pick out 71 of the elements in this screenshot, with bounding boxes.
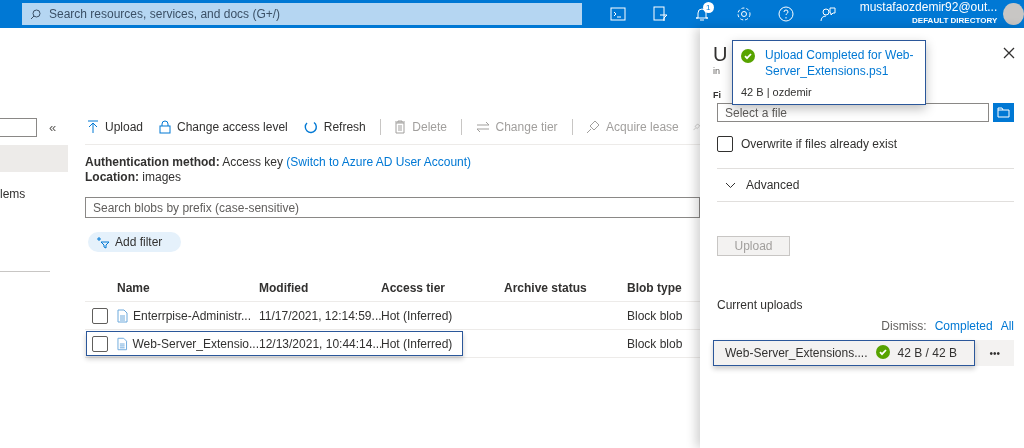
browse-button[interactable] — [993, 103, 1014, 122]
collapse-button[interactable]: « — [49, 119, 57, 135]
more-button[interactable]: ••• — [983, 346, 1006, 360]
check-icon — [875, 344, 890, 359]
dismiss-link[interactable]: All — [1000, 319, 1014, 333]
panel-subtitle: in — [713, 66, 720, 76]
user-name[interactable]: mustafaozdemir92@out... — [859, 1, 998, 14]
file-icon — [117, 336, 128, 351]
upload-icon — [87, 119, 99, 134]
refresh-icon — [303, 119, 318, 134]
table-cell-text: Block blob — [627, 336, 684, 351]
success-icon — [741, 49, 755, 63]
toast-detail: 42 B | ozdemir — [741, 85, 813, 98]
row-checkbox[interactable] — [92, 307, 108, 324]
close-icon[interactable] — [1002, 46, 1016, 60]
blob-search-field[interactable]: Search blobs by prefix (case-sensitive) — [85, 197, 700, 218]
field-label: Fi — [713, 90, 721, 100]
toast-title[interactable]: Upload Completed for Web-Server_Extensions.ps1 — [765, 47, 917, 80]
folder-icon — [997, 107, 1010, 118]
dismiss-link[interactable]: Completed — [934, 319, 993, 333]
chevron-icon — [725, 181, 736, 189]
row-checkbox[interactable] — [92, 335, 108, 352]
section-heading: Current uploads — [717, 298, 804, 312]
column-header[interactable]: Name — [117, 280, 259, 295]
help-icon[interactable] — [777, 6, 794, 22]
search-placeholder: Search resources, services, and docs (G+/) — [49, 7, 281, 21]
search-field[interactable]: Search resources, services, and docs (G+/) — [22, 3, 582, 25]
lock-icon — [159, 119, 172, 134]
switch-account-link[interactable]: (Switch to Azure AD User Account) — [286, 155, 472, 169]
overwrite-checkbox[interactable] — [717, 136, 733, 152]
upload-progress: 42 B / 42 B — [897, 346, 957, 360]
table-cell[interactable]: Web-Server_Extensio... — [117, 336, 259, 351]
avatar[interactable] — [1003, 3, 1024, 25]
add-filter-button[interactable]: Add filter — [88, 232, 181, 252]
directory-name: DEFAULT DIRECTORY — [912, 15, 998, 27]
auth-method-text: Authentication method: Access key — [85, 155, 284, 169]
link-icon — [586, 119, 601, 134]
upload-item[interactable]: Web-Server_Extensions.... 42 B / 42 B ••• — [713, 340, 1014, 366]
column-header[interactable]: Archive status — [504, 280, 627, 295]
table-cell-text: Hot (Inferred) — [381, 336, 454, 351]
advanced-toggle[interactable]: Advanced — [717, 168, 1014, 202]
terminal-icon[interactable] — [609, 7, 626, 21]
directory-filter-icon[interactable] — [651, 6, 668, 22]
upload-name: Web-Server_Extensions.... — [725, 346, 868, 360]
toolbar-button[interactable]: Refresh — [301, 119, 368, 134]
delete-icon — [394, 119, 407, 134]
sidebar-item[interactable]: lems — [0, 180, 68, 207]
column-header[interactable]: Access tier — [381, 280, 504, 295]
checkbox-label: Overwrite if files already exist — [741, 137, 898, 151]
location-text: Location: images — [85, 170, 183, 185]
toolbar-button[interactable]: Change access level — [157, 119, 290, 134]
table-cell-text: Block blob — [627, 308, 684, 323]
filter-field[interactable] — [0, 117, 37, 137]
feedback-icon[interactable] — [819, 6, 836, 22]
settings-icon[interactable] — [735, 6, 752, 22]
toolbar-button[interactable]: Upload — [85, 119, 146, 134]
column-header[interactable]: Blob type — [627, 280, 697, 295]
filter-add-icon — [96, 235, 110, 249]
table-cell: 11/17/2021, 12:14:59... — [259, 308, 381, 323]
table-cell-text: Hot (Inferred) — [381, 308, 454, 323]
table-cell: 12/13/2021, 10:44:14... — [259, 336, 381, 351]
search-icon — [30, 8, 41, 20]
dismiss-label: Dismiss: — [881, 319, 927, 333]
bell-icon[interactable] — [693, 6, 710, 22]
swap-icon — [475, 120, 490, 133]
column-header[interactable]: Modified — [259, 280, 381, 295]
file-field[interactable]: Select a file — [717, 103, 989, 122]
notification-badge: 1 — [702, 2, 714, 13]
panel-title: U — [713, 42, 728, 66]
file-icon — [117, 308, 128, 323]
table-cell[interactable]: Enterrpise-Administr... — [117, 308, 259, 323]
